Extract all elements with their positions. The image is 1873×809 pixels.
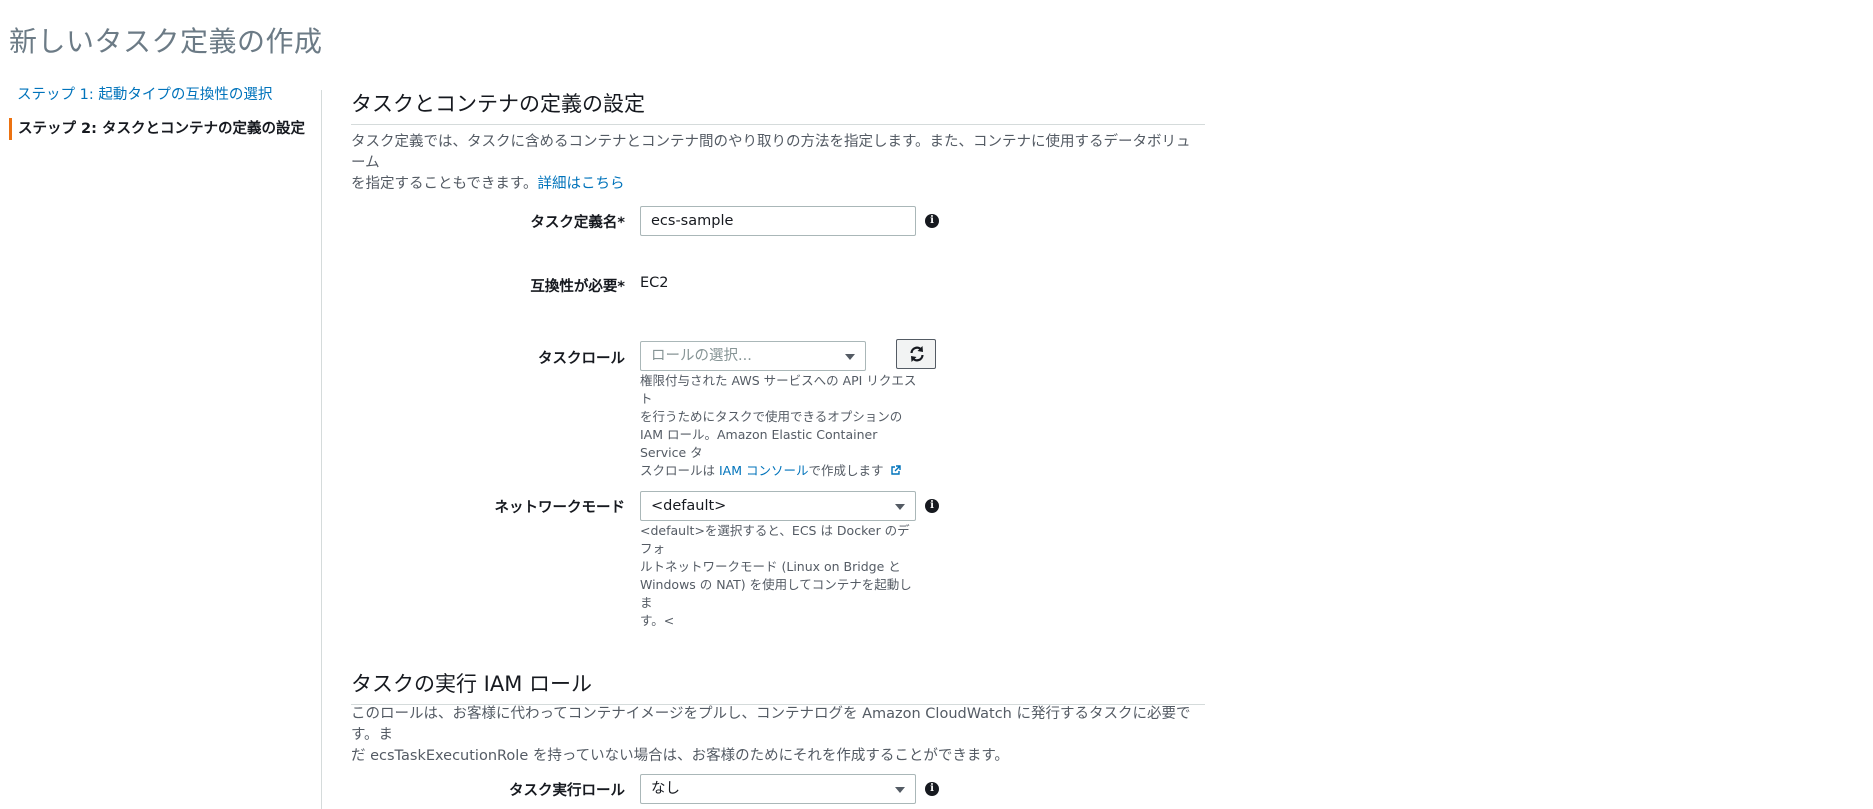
- section-description: タスク定義では、タスクに含めるコンテナとコンテナ間のやり取りの方法を指定します。…: [351, 132, 1205, 195]
- caret-down-icon: [895, 787, 905, 793]
- caret-down-icon: [895, 504, 905, 510]
- help-line: 権限付与された AWS サービスへの API リクエスト: [640, 373, 917, 406]
- section-description-line2: を指定することもできます。詳細はこちら: [351, 174, 1205, 195]
- section-description: このロールは、お客様に代わってコンテナイメージをプルし、コンテナログを Amaz…: [351, 704, 1205, 767]
- task-def-name-input[interactable]: [640, 206, 916, 236]
- wizard-steps: ステップ 1: 起動タイプの互換性の選択 ステップ 2: タスクとコンテナの定義…: [9, 84, 309, 140]
- info-icon[interactable]: i: [925, 782, 939, 796]
- help-line: IAM ロール。Amazon Elastic Container Service…: [640, 427, 878, 460]
- help-text-pre: スクロールは: [640, 463, 719, 478]
- compat-value: EC2: [640, 275, 669, 291]
- caret-down-icon: [845, 354, 855, 360]
- exec-role-label: タスク実行ロール: [509, 783, 625, 799]
- help-line: スクロールは IAM コンソールで作成します: [640, 462, 920, 480]
- step-2-current: ステップ 2: タスクとコンテナの定義の設定: [9, 118, 309, 140]
- refresh-icon: [910, 346, 924, 362]
- page-title: 新しいタスク定義の作成: [9, 25, 323, 58]
- section-title-task-container: タスクとコンテナの定義の設定: [351, 88, 1205, 125]
- task-role-label: タスクロール: [538, 351, 625, 367]
- section-description-line2: だ ecsTaskExecutionRole を持っていない場合は、お客様のため…: [351, 748, 1009, 764]
- exec-role-select[interactable]: なし: [640, 774, 916, 804]
- task-role-select[interactable]: ロールの選択...: [640, 341, 866, 371]
- task-def-name-label: タスク定義名*: [530, 215, 625, 231]
- info-icon[interactable]: i: [925, 499, 939, 513]
- exec-role-value: なし: [651, 781, 680, 797]
- learn-more-link[interactable]: 詳細はこちら: [537, 176, 624, 192]
- vertical-divider: [321, 90, 322, 809]
- help-line: Windows の NAT) を使用してコンテナを起動しま: [640, 577, 912, 610]
- external-link-icon[interactable]: [890, 465, 902, 476]
- help-line: ルトネットワークモード (Linux on Bridge と: [640, 559, 901, 574]
- section-title-exec-role: タスクの実行 IAM ロール: [351, 668, 1205, 705]
- network-mode-label: ネットワークモード: [494, 500, 626, 516]
- network-mode-value: <default>: [651, 498, 727, 514]
- network-mode-help: <default>を選択すると、ECS は Docker のデフォ ルトネットワ…: [640, 522, 920, 630]
- help-text-post: で作成します: [808, 463, 884, 478]
- compat-label: 互換性が必要*: [530, 279, 625, 295]
- iam-console-link[interactable]: IAM コンソール: [719, 463, 809, 478]
- help-line: を行うためにタスクで使用できるオプションの: [640, 409, 903, 424]
- section-description-line1: タスク定義では、タスクに含めるコンテナとコンテナ間のやり取りの方法を指定します。…: [351, 134, 1191, 171]
- section-description-line1: このロールは、お客様に代わってコンテナイメージをプルし、コンテナログを Amaz…: [351, 706, 1191, 743]
- refresh-button[interactable]: [896, 339, 936, 369]
- help-line: す。<: [640, 613, 675, 628]
- task-role-help: 権限付与された AWS サービスへの API リクエスト を行うためにタスクで使…: [640, 372, 920, 480]
- step-1-link[interactable]: ステップ 1: 起動タイプの互換性の選択: [9, 84, 309, 106]
- network-mode-select[interactable]: <default>: [640, 491, 916, 521]
- section-description-text: を指定することもできます。: [351, 176, 538, 192]
- task-role-placeholder: ロールの選択...: [651, 348, 752, 364]
- info-icon[interactable]: i: [925, 214, 939, 228]
- help-line: <default>を選択すると、ECS は Docker のデフォ: [640, 523, 910, 556]
